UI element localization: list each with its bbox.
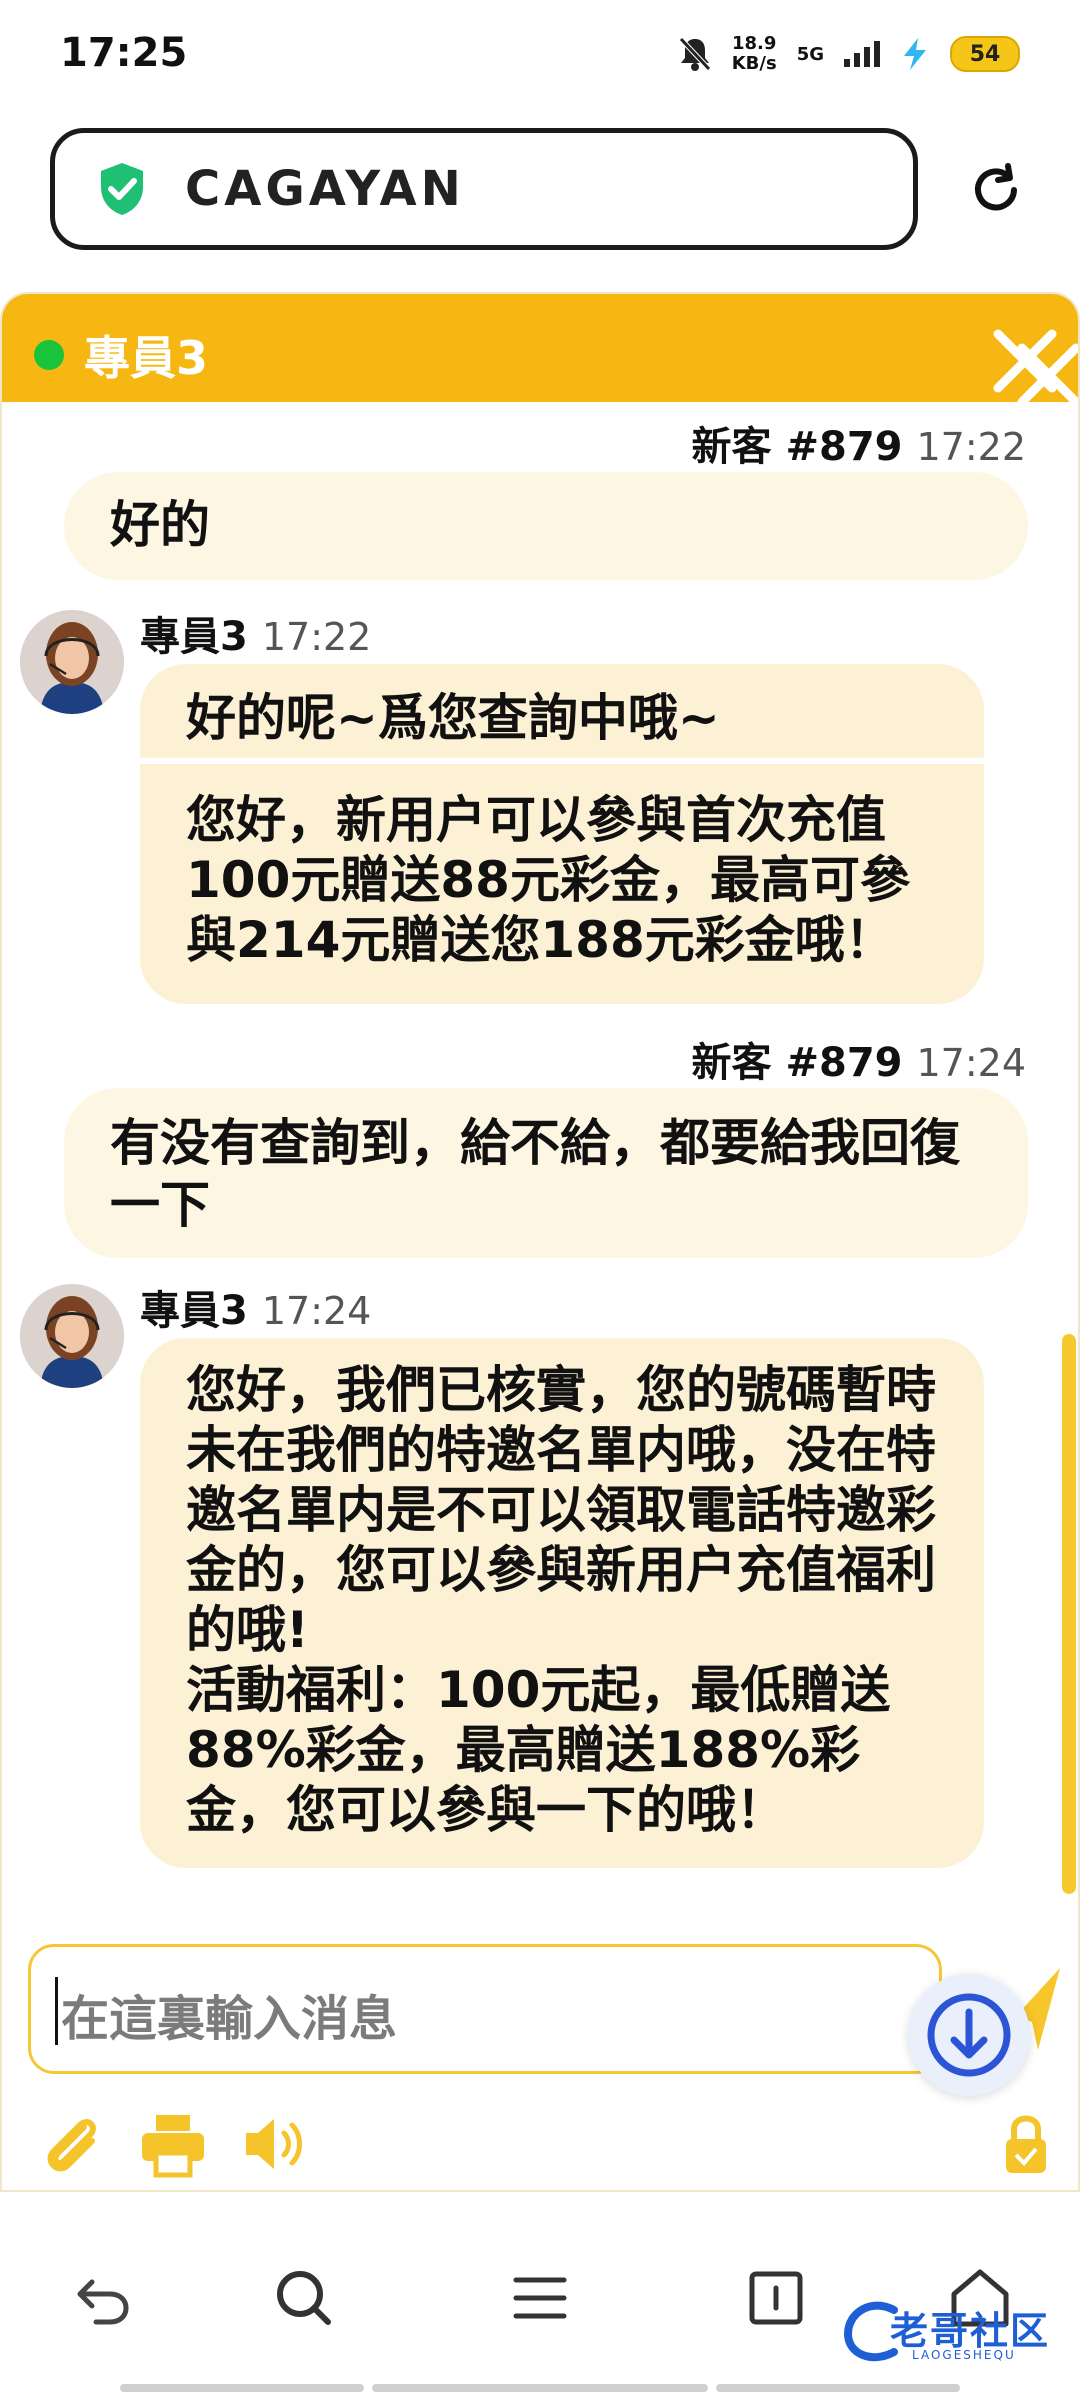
address-bar[interactable]: CAGAYAN bbox=[50, 128, 918, 250]
online-indicator bbox=[34, 340, 64, 370]
sender-name: 新客 #879 bbox=[691, 424, 903, 470]
message-meta: 新客 #879 17:24 bbox=[692, 1030, 1026, 1088]
message-time: 17:22 bbox=[261, 615, 372, 659]
customer-bubble: 好的 bbox=[64, 472, 1028, 580]
sender-name: 專員3 bbox=[140, 614, 248, 660]
message-time: 17:24 bbox=[916, 1041, 1026, 1085]
message-meta: 新客 #879 17:22 bbox=[692, 414, 1026, 472]
sender-name: 專員3 bbox=[140, 1288, 248, 1334]
message-text: 好的 bbox=[110, 496, 210, 554]
shield-check-icon bbox=[101, 163, 143, 215]
message-text: 好的呢~爲您查詢中哦~ bbox=[186, 689, 720, 747]
agent-bubble: 您好，我們已核實，您的號碼暫時未在我們的特邀名單内哦，没在特邀名單内是不可以領取… bbox=[140, 1338, 984, 1868]
bolt-icon bbox=[904, 38, 926, 70]
message-input[interactable]: 在這裏輸入消息 bbox=[28, 1944, 942, 2074]
watermark-text: 老哥社区 bbox=[890, 2309, 1051, 2353]
download-icon bbox=[927, 1993, 1011, 2077]
back-icon[interactable] bbox=[70, 2266, 134, 2330]
signal-icon bbox=[844, 41, 880, 67]
search-icon[interactable] bbox=[272, 2266, 336, 2330]
message-meta: 專員3 17:24 bbox=[140, 1278, 371, 1336]
net-speed: 18.9 KB/s bbox=[731, 33, 777, 74]
text-caret bbox=[55, 1977, 58, 2045]
watermark-logo: 老哥社区 LAOGESHEQU bbox=[842, 2296, 1062, 2372]
paperclip-icon[interactable] bbox=[38, 2109, 108, 2179]
battery-indicator: 54 bbox=[950, 36, 1020, 72]
bell-muted-icon bbox=[678, 37, 711, 71]
message-text: 您好，新用户可以參與首次充值100元贈送88元彩金，最高可參與214元贈送您18… bbox=[186, 791, 910, 969]
agent-avatar bbox=[20, 610, 124, 714]
chat-panel: 專員3 新客 #879 17:22 好的 專員3 17:22 好的呢~爲您查詢中哦~… bbox=[0, 292, 1080, 2192]
chat-scrollbar[interactable] bbox=[1062, 1334, 1076, 1894]
status-bar: 17:25 18.9 KB/s 5G 54 bbox=[0, 0, 1080, 115]
agent-bubble: 好的呢~爲您查詢中哦~ 您好，新用户可以參與首次充值100元贈送88元彩金，最高… bbox=[140, 664, 984, 1004]
message-time: 17:22 bbox=[916, 425, 1026, 469]
chat-header: 專員3 bbox=[2, 294, 1080, 402]
message-input-placeholder: 在這裏輸入消息 bbox=[61, 1991, 398, 2047]
url-text: CAGAYAN bbox=[185, 161, 465, 217]
status-icons: 18.9 KB/s 5G 54 bbox=[678, 34, 1020, 74]
close-icon[interactable] bbox=[992, 324, 1080, 402]
printer-icon[interactable] bbox=[138, 2109, 208, 2179]
chat-agent-name: 專員3 bbox=[84, 331, 209, 385]
watermark-subtext: LAOGESHEQU bbox=[912, 2348, 1016, 2362]
signal-label: 5G bbox=[796, 43, 824, 65]
message-text: 有没有查詢到，給不給，都要給我回復一下 bbox=[110, 1114, 960, 1234]
menu-icon[interactable] bbox=[508, 2266, 572, 2330]
gesture-handle bbox=[716, 2384, 960, 2392]
status-time: 17:25 bbox=[60, 30, 188, 76]
message-text: 您好，我們已核實，您的號碼暫時未在我們的特邀名單内哦，没在特邀名單内是不可以領取… bbox=[186, 1361, 936, 1839]
message-meta: 專員3 17:22 bbox=[140, 604, 371, 662]
gesture-handle bbox=[120, 2384, 364, 2392]
agent-avatar bbox=[20, 1284, 124, 1388]
lock-icon[interactable] bbox=[1002, 2109, 1050, 2179]
download-button[interactable] bbox=[908, 1974, 1030, 2096]
speaker-icon[interactable] bbox=[240, 2109, 310, 2179]
sender-name: 新客 #879 bbox=[691, 1040, 903, 1086]
customer-bubble: 有没有查詢到，給不給，都要給我回復一下 bbox=[64, 1088, 1028, 1258]
tabs-icon[interactable] bbox=[744, 2266, 808, 2330]
message-time: 17:24 bbox=[261, 1289, 372, 1333]
gesture-handle bbox=[372, 2384, 708, 2392]
reload-icon[interactable] bbox=[968, 162, 1024, 218]
